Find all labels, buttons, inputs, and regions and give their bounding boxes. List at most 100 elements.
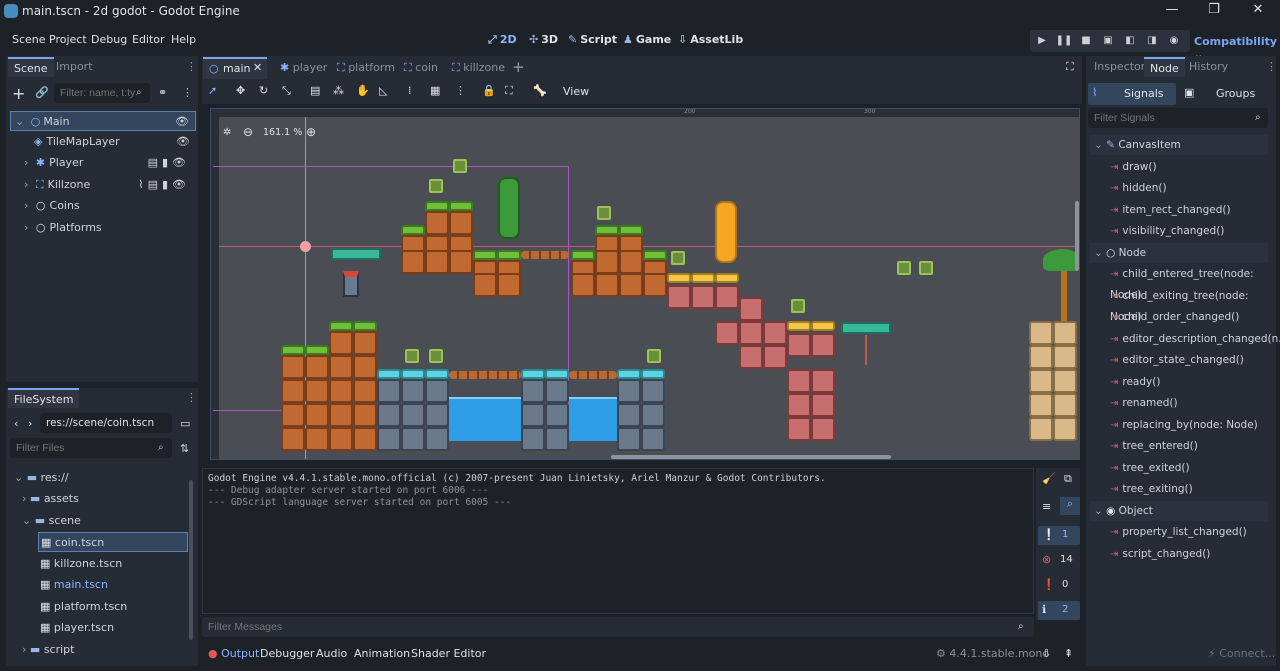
signal-item[interactable]: ⇥ property_list_changed() bbox=[1110, 522, 1247, 542]
viewport-vscrollbar[interactable] bbox=[1075, 201, 1079, 271]
fs-item-script[interactable]: › ▬ script bbox=[10, 640, 196, 660]
copy-output-icon[interactable]: ⧉ bbox=[1064, 472, 1072, 486]
signal-item[interactable]: ⇥ hidden() bbox=[1110, 178, 1167, 198]
scene-tab-platform[interactable]: ⛶ platform bbox=[337, 61, 395, 75]
scene-tab-main[interactable]: ○ main ✕ bbox=[203, 57, 267, 79]
connect-button[interactable]: ⚡ Connect... bbox=[1208, 647, 1275, 660]
workspace-assetlib-button[interactable]: ⇩ AssetLib bbox=[678, 33, 743, 46]
signal-item[interactable]: ⇥ replacing_by(node: Node) bbox=[1110, 415, 1258, 435]
section-canvasitem[interactable]: ⌄ ✎ CanvasItem bbox=[1090, 135, 1268, 155]
viewport-hscrollbar[interactable] bbox=[611, 455, 891, 459]
node-status-icons[interactable]: ⌇▤▮👁 bbox=[138, 175, 190, 195]
tree-node-tilemaplayer[interactable]: ◈ TileMapLayer 👁 bbox=[10, 132, 196, 152]
movie-maker-icon[interactable]: ◉ bbox=[1164, 32, 1184, 50]
minimize-icon[interactable]: — bbox=[1158, 2, 1186, 20]
visibility-icon[interactable]: 👁 bbox=[175, 112, 189, 132]
add-scene-tab-icon[interactable]: + bbox=[512, 58, 525, 76]
tab-output[interactable]: ● Output bbox=[208, 647, 259, 660]
scale-tool-icon[interactable]: ⤡ bbox=[282, 84, 291, 98]
menu-project[interactable]: Project bbox=[49, 33, 87, 46]
zoom-out-icon[interactable]: ⊖ bbox=[243, 125, 253, 139]
pivot-tool-icon[interactable]: ⁂ bbox=[333, 84, 344, 97]
menu-debug[interactable]: Debug bbox=[91, 33, 127, 46]
node-status-icons[interactable]: ▤▮👁 bbox=[148, 153, 190, 173]
ruler-tool-icon[interactable]: ◺ bbox=[379, 84, 387, 97]
dock-menu-icon[interactable]: ⋮ bbox=[186, 60, 197, 73]
add-node-icon[interactable]: + bbox=[12, 84, 25, 103]
groups-tab[interactable]: ▣ Groups bbox=[1180, 83, 1268, 105]
zoom-reset-icon[interactable]: ✲ bbox=[223, 127, 231, 138]
tab-animation[interactable]: Animation bbox=[354, 647, 410, 660]
wrap-lines-icon[interactable]: ≡ bbox=[1042, 500, 1051, 513]
play-custom-icon[interactable]: ◨ bbox=[1142, 32, 1162, 50]
pause-icon[interactable]: ❚❚ bbox=[1054, 32, 1074, 50]
filesystem-filter-input[interactable] bbox=[10, 438, 172, 458]
back-icon[interactable]: ‹ bbox=[14, 417, 18, 430]
play-scene-icon[interactable]: ◧ bbox=[1120, 32, 1140, 50]
fs-item-scene[interactable]: ⌄ ▬ scene bbox=[10, 511, 196, 531]
filter-messages-toggle[interactable]: ❕ 1 bbox=[1038, 526, 1080, 545]
search-output-icon[interactable]: ⌕ bbox=[1060, 497, 1080, 515]
signal-item[interactable]: ⇥ renamed() bbox=[1110, 393, 1178, 413]
fs-item-main[interactable]: ▦ main.tscn bbox=[38, 575, 188, 595]
fs-item-platform[interactable]: ▦ platform.tscn bbox=[38, 597, 188, 617]
filter-warnings-toggle[interactable]: ❗ 0 bbox=[1038, 576, 1080, 595]
menu-help[interactable]: Help bbox=[171, 33, 196, 46]
snap-options-icon[interactable]: ⋮ bbox=[455, 84, 466, 97]
group-icon[interactable]: ⛶ bbox=[505, 84, 513, 98]
signal-item[interactable]: ⇥ child_exiting_tree(node: Node) bbox=[1110, 286, 1280, 323]
tree-node-main[interactable]: ⌄ ○ Main 👁 bbox=[10, 111, 196, 131]
selectable-list-icon[interactable]: ▤ bbox=[310, 84, 320, 97]
workspace-2d-button[interactable]: ⤢ 2D bbox=[488, 33, 517, 47]
forward-icon[interactable]: › bbox=[28, 417, 32, 430]
filter-errors-toggle[interactable]: ⊗ 14 bbox=[1038, 551, 1080, 570]
skeleton-icon[interactable]: 🦴 bbox=[533, 84, 547, 97]
fs-item-killzone[interactable]: ▦ killzone.tscn bbox=[38, 554, 188, 574]
section-object[interactable]: ⌄ ◉ Object bbox=[1090, 501, 1268, 521]
clear-output-icon[interactable]: 🧹 bbox=[1042, 472, 1056, 485]
pan-tool-icon[interactable]: ✋ bbox=[356, 84, 370, 97]
workspace-3d-button[interactable]: ✣ 3D bbox=[529, 33, 558, 46]
view-menu[interactable]: View bbox=[563, 85, 589, 98]
filesystem-scrollbar[interactable] bbox=[189, 480, 193, 640]
remote-debug-icon[interactable]: ▣ bbox=[1098, 32, 1118, 50]
play-icon[interactable]: ▶ bbox=[1032, 32, 1052, 50]
signal-item[interactable]: ⇥ tree_exiting() bbox=[1110, 479, 1193, 499]
move-tool-icon[interactable]: ✥ bbox=[236, 84, 245, 97]
section-node[interactable]: ⌄ ○ Node bbox=[1090, 243, 1268, 263]
signal-item[interactable]: ⇥ script_changed() bbox=[1110, 544, 1210, 564]
maximize-icon[interactable]: ❐ bbox=[1200, 2, 1228, 20]
sort-icon[interactable]: ⇅ bbox=[180, 442, 189, 455]
tree-node-platforms[interactable]: › ○ Platforms bbox=[10, 218, 196, 238]
dock-menu-icon[interactable]: ⋮ bbox=[186, 391, 197, 404]
signal-item[interactable]: ⇥ item_rect_changed() bbox=[1110, 200, 1231, 220]
tab-debugger[interactable]: Debugger bbox=[260, 647, 314, 660]
tab-audio[interactable]: Audio bbox=[316, 647, 347, 660]
instance-scene-icon[interactable]: ⚭ bbox=[158, 86, 167, 99]
tree-node-killzone[interactable]: › ⛶ Killzone ⌇▤▮👁 bbox=[10, 175, 196, 195]
tab-history[interactable]: History bbox=[1183, 57, 1234, 77]
tab-import[interactable]: Import bbox=[50, 57, 99, 77]
tab-filesystem[interactable]: FileSystem bbox=[8, 388, 80, 408]
stop-icon[interactable]: ■ bbox=[1076, 32, 1096, 50]
smart-snap-icon[interactable]: ⁞ bbox=[408, 84, 412, 97]
scene-tab-player[interactable]: ✱ player bbox=[280, 61, 327, 74]
workspace-script-button[interactable]: ✎ Script bbox=[568, 33, 617, 46]
tab-shader-editor[interactable]: Shader Editor bbox=[411, 647, 486, 660]
signal-item[interactable]: ⇥ child_order_changed() bbox=[1110, 307, 1239, 327]
grid-snap-icon[interactable]: ▦ bbox=[430, 84, 440, 97]
workspace-game-button[interactable]: ♟ Game bbox=[623, 33, 671, 46]
fs-item-player[interactable]: ▦ player.tscn bbox=[38, 618, 188, 638]
close-window-icon[interactable]: ✕ bbox=[1244, 2, 1272, 20]
signals-tab[interactable]: ⌇ Signals bbox=[1088, 83, 1176, 105]
pin-icon[interactable]: ⇩ bbox=[1042, 647, 1051, 660]
lock-icon[interactable]: 🔒 bbox=[482, 84, 496, 97]
filter-messages-input[interactable] bbox=[202, 617, 1034, 637]
signal-item[interactable]: ⇥ tree_exited() bbox=[1110, 458, 1190, 478]
signal-item[interactable]: ⇥ draw() bbox=[1110, 157, 1157, 177]
tab-node[interactable]: Node bbox=[1144, 57, 1185, 77]
tab-inspector[interactable]: Inspector bbox=[1088, 57, 1151, 77]
zoom-level[interactable]: 161.1 % bbox=[263, 127, 302, 138]
fs-item-res[interactable]: ⌄ ▬ res:// bbox=[10, 468, 196, 488]
fs-item-assets[interactable]: › ▬ assets bbox=[10, 489, 196, 509]
